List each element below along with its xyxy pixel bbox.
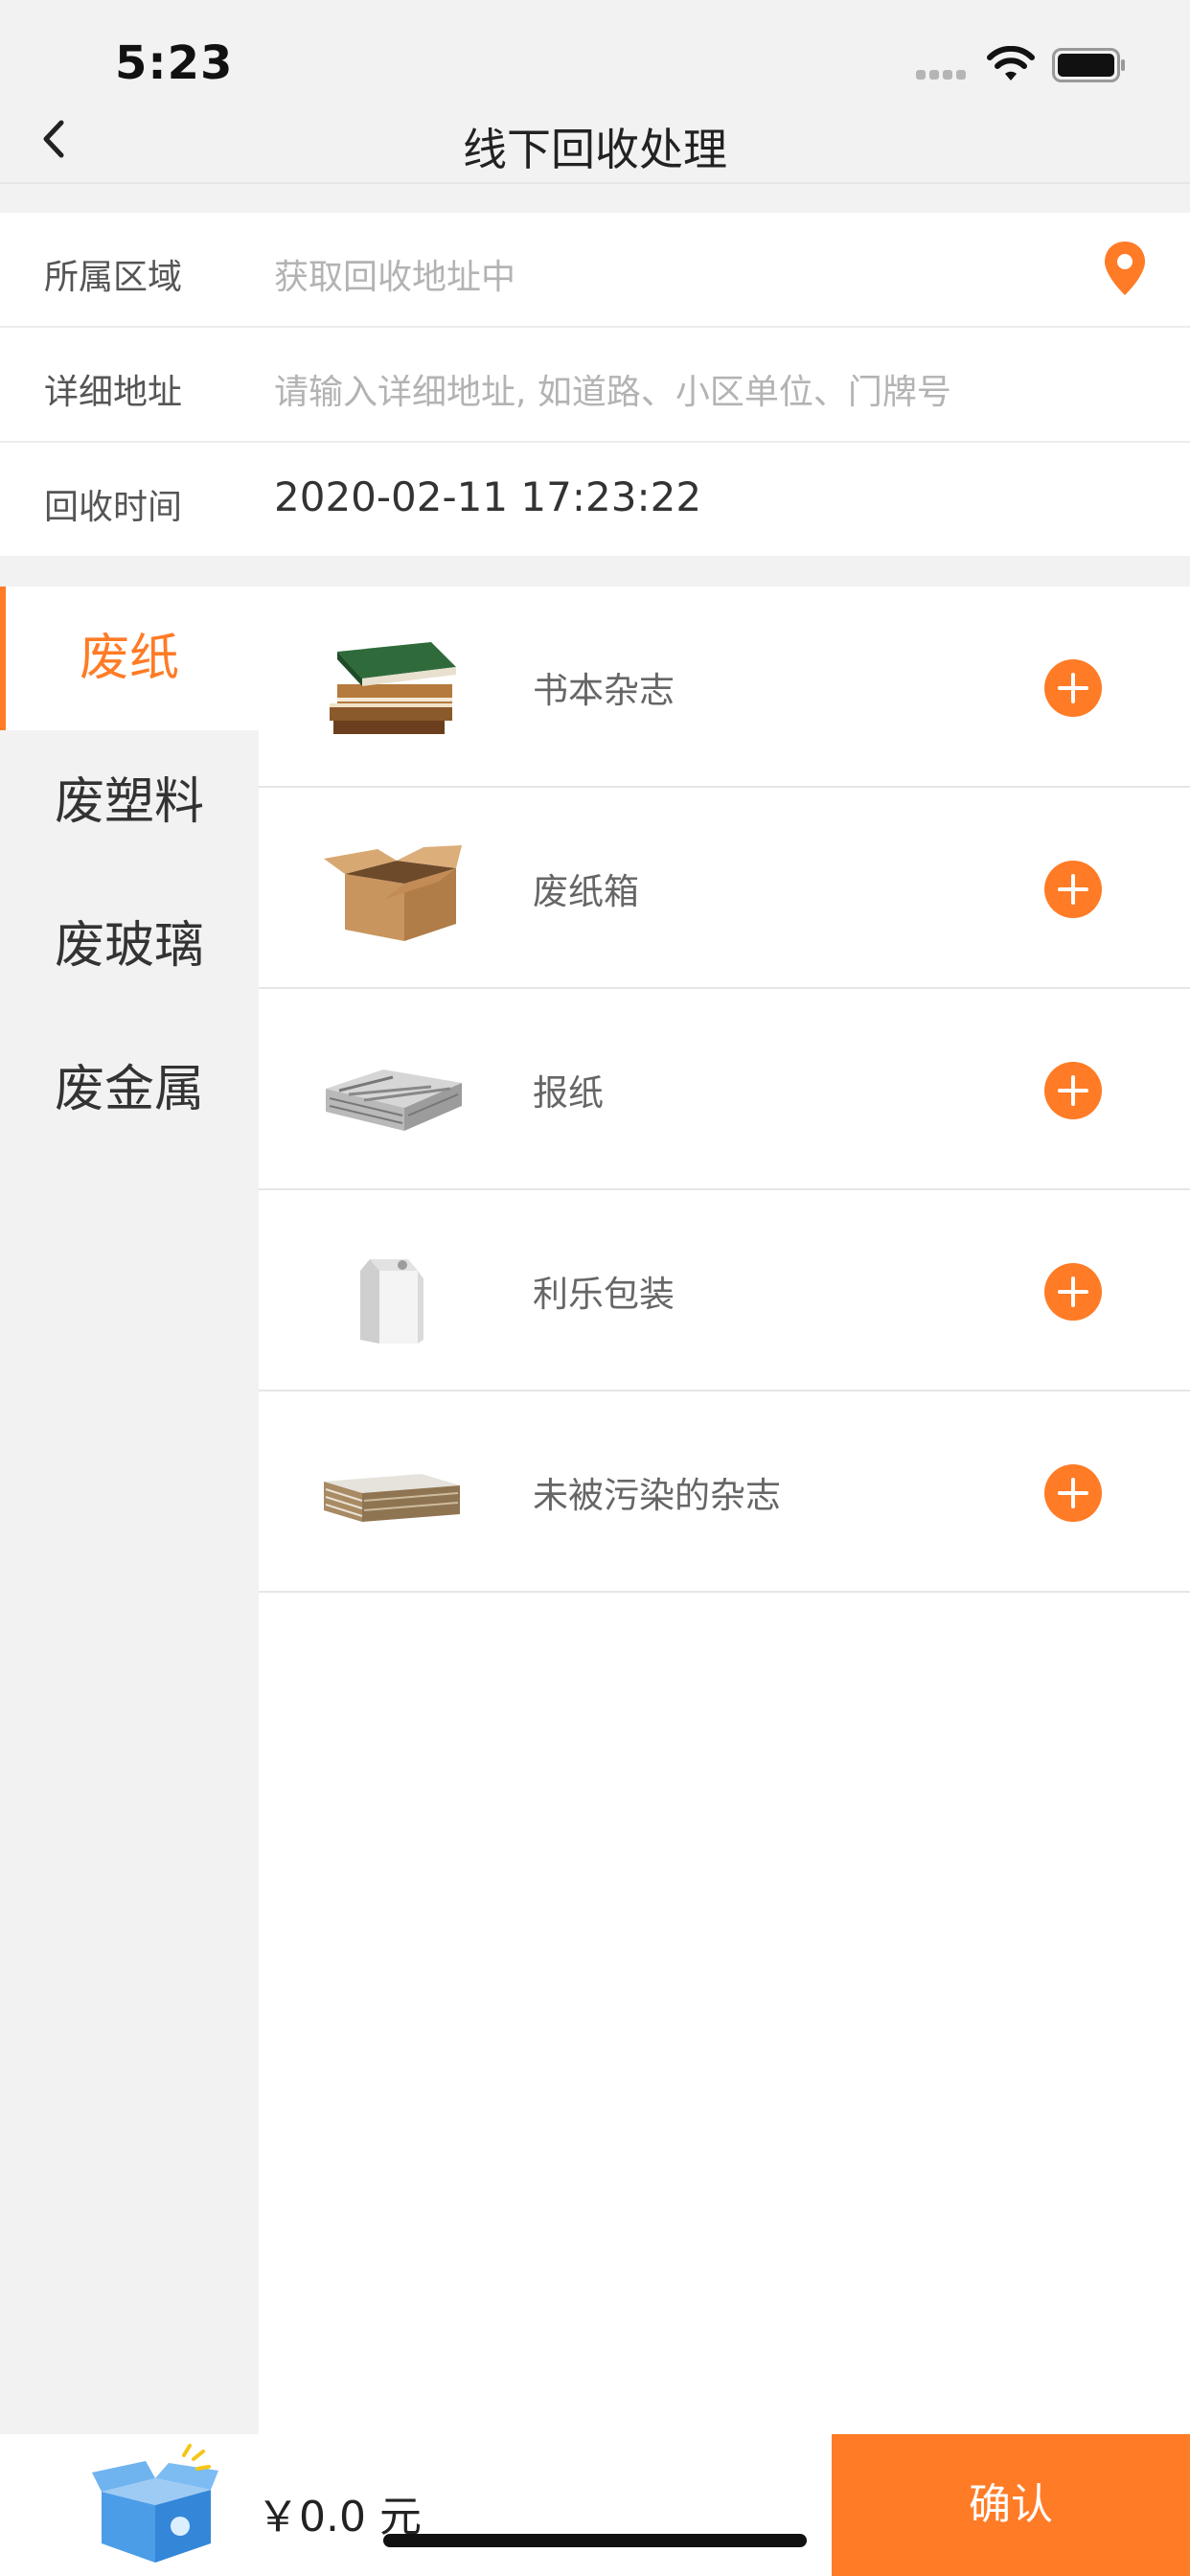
wifi-icon — [987, 46, 1035, 80]
battery-icon — [1052, 48, 1125, 82]
category-waste-metal[interactable]: 废金属 — [0, 1018, 259, 1162]
region-row[interactable]: 所属区域 获取回收地址中 — [0, 213, 1190, 328]
category-sidebar: 废纸 废塑料 废玻璃 废金属 — [0, 586, 259, 2434]
status-bar: 5:23 — [0, 0, 1190, 96]
status-time: 5:23 — [115, 36, 234, 90]
category-waste-glass[interactable]: 废玻璃 — [0, 874, 259, 1018]
region-value: 获取回收地址中 — [274, 258, 516, 297]
page-title: 线下回收处理 — [463, 124, 727, 175]
category-waste-plastic[interactable]: 废塑料 — [0, 730, 259, 874]
confirm-button[interactable]: 确认 — [832, 2434, 1190, 2576]
item-name: 废纸箱 — [533, 871, 639, 912]
item-name: 报纸 — [533, 1072, 604, 1114]
add-button[interactable] — [1044, 1062, 1102, 1119]
home-indicator — [383, 2534, 807, 2547]
bottom-bar: ￥0.0 元 确认 — [0, 2434, 1190, 2576]
region-label: 所属区域 — [44, 258, 183, 297]
add-button[interactable] — [1044, 861, 1102, 918]
time-label: 回收时间 — [44, 488, 183, 527]
list-item: 书本杂志 — [259, 586, 1190, 788]
recycle-box-icon[interactable] — [88, 2444, 222, 2566]
item-list: 书本杂志 废纸箱 报纸 利乐包装 未被污染的杂志 — [259, 586, 1190, 2434]
nav-bar: 线下回收处理 — [0, 96, 1190, 184]
item-name: 未被污染的杂志 — [533, 1475, 781, 1516]
address-label: 详细地址 — [44, 373, 183, 412]
signal-icon — [916, 65, 970, 80]
add-button[interactable] — [1044, 659, 1102, 717]
list-item: 利乐包装 — [259, 1190, 1190, 1392]
time-value[interactable]: 2020-02-11 17:23:22 — [274, 473, 701, 520]
address-row[interactable]: 详细地址 请输入详细地址, 如道路、小区单位、门牌号 — [0, 328, 1190, 443]
list-item: 未被污染的杂志 — [259, 1392, 1190, 1593]
item-name: 利乐包装 — [533, 1274, 675, 1315]
item-name: 书本杂志 — [533, 670, 675, 711]
time-row[interactable]: 回收时间 2020-02-11 17:23:22 — [0, 443, 1190, 556]
list-item: 报纸 — [259, 989, 1190, 1190]
address-form: 所属区域 获取回收地址中 详细地址 请输入详细地址, 如道路、小区单位、门牌号 … — [0, 213, 1190, 556]
location-pin-icon[interactable] — [1102, 240, 1148, 297]
books-icon — [330, 642, 456, 734]
carton-icon — [360, 1259, 423, 1344]
category-waste-paper[interactable]: 废纸 — [0, 586, 259, 730]
newspaper-icon — [326, 1070, 462, 1131]
add-button[interactable] — [1044, 1263, 1102, 1321]
address-input[interactable]: 请输入详细地址, 如道路、小区单位、门牌号 — [274, 364, 951, 414]
list-item: 废纸箱 — [259, 788, 1190, 989]
add-button[interactable] — [1044, 1464, 1102, 1522]
cardboard-box-icon — [324, 845, 462, 941]
magazine-stack-icon — [324, 1474, 460, 1522]
